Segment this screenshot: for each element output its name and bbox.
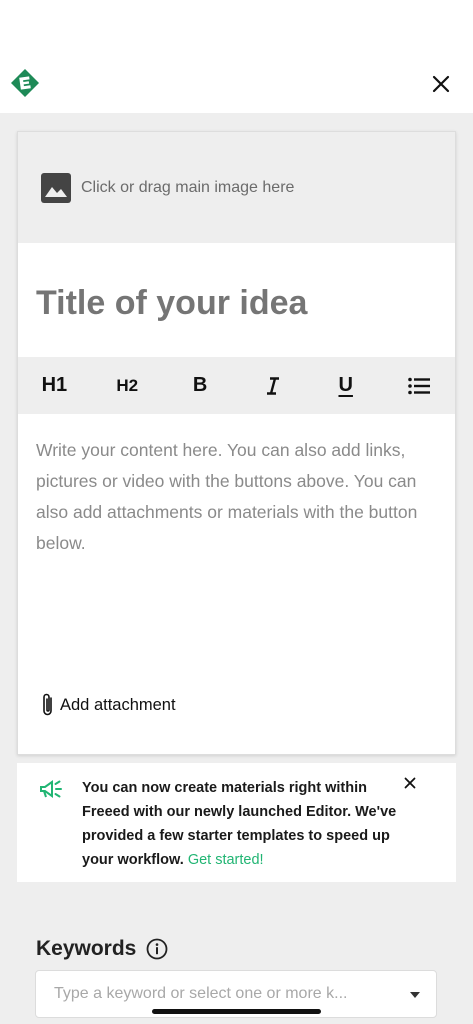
italic-button[interactable] <box>249 362 297 410</box>
dismiss-announcement-button[interactable] <box>401 774 419 792</box>
heading1-button[interactable]: H1 <box>30 362 78 410</box>
editor-card: Click or drag main image here Title of y… <box>17 131 456 755</box>
keywords-placeholder: Type a keyword or select one or more k..… <box>54 985 348 1002</box>
top-bar <box>0 0 473 113</box>
megaphone-icon <box>40 780 62 798</box>
underline-button[interactable]: U <box>322 362 370 410</box>
keywords-heading: Keywords <box>36 935 168 963</box>
image-dropzone-label: Click or drag main image here <box>81 178 295 196</box>
home-indicator[interactable] <box>152 1009 321 1014</box>
close-icon <box>404 777 416 789</box>
add-attachment-button[interactable]: Add attachment <box>40 692 176 718</box>
main-image-dropzone[interactable]: Click or drag main image here <box>18 132 455 243</box>
bold-button[interactable]: B <box>176 362 224 410</box>
announcement-text: You can now create materials right withi… <box>82 776 402 872</box>
add-attachment-label: Add attachment <box>60 695 176 714</box>
editor-announcement: You can now create materials right withi… <box>17 763 456 882</box>
close-icon <box>432 75 450 93</box>
image-icon <box>41 172 71 203</box>
keywords-label: Keywords <box>36 937 137 960</box>
title-input[interactable]: Title of your idea <box>36 284 436 332</box>
info-icon[interactable] <box>146 938 168 960</box>
italic-icon <box>266 376 279 395</box>
content-editor[interactable]: Write your content here. You can also ad… <box>36 435 436 565</box>
close-button[interactable] <box>428 71 454 97</box>
get-started-link[interactable]: Get started! <box>188 852 264 868</box>
bullet-list-icon <box>407 377 430 394</box>
formatting-toolbar: H1 H2 B U <box>18 357 455 414</box>
chevron-down-icon <box>410 992 420 998</box>
bullet-list-button[interactable] <box>395 362 443 410</box>
paperclip-icon <box>43 693 52 716</box>
freeed-logo-icon[interactable] <box>11 69 39 97</box>
heading2-button[interactable]: H2 <box>103 362 151 410</box>
